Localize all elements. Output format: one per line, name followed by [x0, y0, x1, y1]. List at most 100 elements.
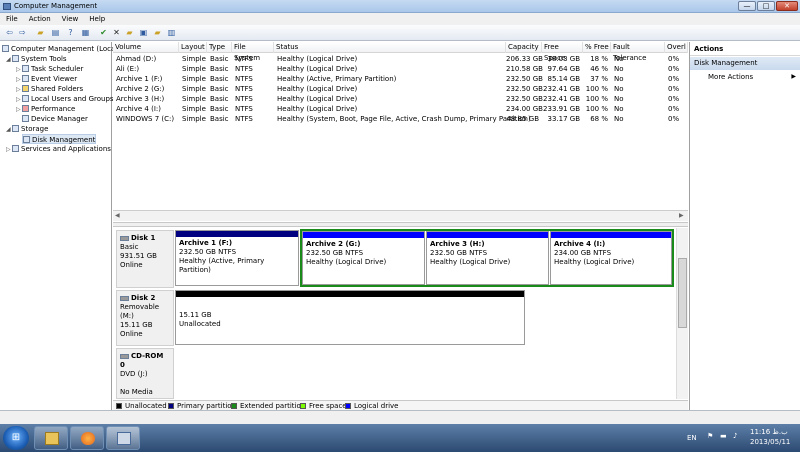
- tree-item-device-manager[interactable]: Device Manager: [22, 114, 88, 124]
- volume-cell: Archive 4 (I:): [116, 105, 161, 113]
- export-icon[interactable]: ▣: [138, 28, 149, 38]
- vertical-scrollbar[interactable]: [676, 228, 688, 399]
- more-actions[interactable]: More Actions ▶: [708, 73, 798, 83]
- open-icon[interactable]: ▰: [124, 28, 135, 38]
- column-status[interactable]: Status: [274, 42, 506, 53]
- folder-icon: [45, 432, 59, 445]
- power-icon[interactable]: ▬: [720, 432, 727, 440]
- volume-cell: 100 %: [585, 85, 608, 93]
- column-fault-tolerance[interactable]: Fault Tolerance: [611, 42, 665, 62]
- view-icon[interactable]: ▥: [166, 28, 177, 38]
- volume-cell: Basic: [210, 85, 229, 93]
- column-file-system[interactable]: File System: [232, 42, 274, 62]
- tree-item-services[interactable]: ▷ Services and Applications: [6, 144, 111, 154]
- tree-item-performance[interactable]: ▷ Performance: [16, 104, 75, 114]
- partition-unallocated[interactable]: 15.11 GB Unallocated: [175, 290, 525, 345]
- tree-item-event-viewer[interactable]: ▷ Event Viewer: [16, 74, 77, 84]
- partition-archive2[interactable]: Archive 2 (G:) 232.50 GB NTFS Healthy (L…: [302, 231, 425, 285]
- action-center-icon[interactable]: ⚑: [707, 432, 713, 440]
- tree-item-disk-management[interactable]: Disk Management: [22, 134, 96, 144]
- computer-management-icon: [117, 432, 131, 445]
- clock-date[interactable]: 2013/05/11: [750, 438, 790, 446]
- computer-icon: [2, 45, 9, 52]
- column-volume[interactable]: Volume: [113, 42, 179, 53]
- volume-row[interactable]: Ali (E:) Simple Basic NTFS Healthy (Logical …: [113, 64, 688, 74]
- language-indicator[interactable]: EN: [687, 434, 697, 442]
- menu-help[interactable]: Help: [83, 13, 110, 23]
- tree-item-computer-management[interactable]: Computer Management (Local: [2, 44, 117, 54]
- volume-cell: Simple: [182, 95, 206, 103]
- up-folder-icon[interactable]: ▰: [35, 28, 46, 38]
- volume-cell: 210.58 GB: [506, 65, 543, 73]
- volume-cell: Healthy (Logical Drive): [277, 55, 358, 63]
- volume-row[interactable]: Archive 2 (G:) Simple Basic NTFS Healthy (Lo…: [113, 84, 688, 94]
- forward-arrow-icon[interactable]: ⇨: [17, 28, 28, 38]
- volume-cell: 0%: [668, 65, 680, 73]
- cd-drive-icon: [120, 354, 129, 359]
- cdrom-label[interactable]: CD-ROM 0 DVD (J:) No Media: [116, 348, 174, 399]
- scroll-right-icon[interactable]: ▶: [679, 212, 684, 219]
- delete-icon[interactable]: ✕: [111, 28, 122, 38]
- menu-file[interactable]: File: [0, 13, 23, 23]
- tree-item-local-users[interactable]: ▷ Local Users and Groups: [16, 94, 114, 104]
- volume-cell: 232.50 GB: [506, 75, 543, 83]
- column-free-space[interactable]: Free Space: [542, 42, 583, 62]
- column-capacity[interactable]: Capacity: [506, 42, 542, 53]
- tree-item-shared-folders[interactable]: ▷ Shared Folders: [16, 84, 83, 94]
- volume-row[interactable]: Archive 3 (H:) Simple Basic NTFS Healthy (Lo…: [113, 94, 688, 104]
- horizontal-scrollbar[interactable]: ◀ ▶: [113, 210, 688, 221]
- column-layout[interactable]: Layout: [179, 42, 207, 53]
- volume-icon[interactable]: ♪: [733, 432, 737, 440]
- volume-row[interactable]: Archive 1 (F:) Simple Basic NTFS Healthy (Ac…: [113, 74, 688, 84]
- column-type[interactable]: Type: [207, 42, 232, 53]
- back-arrow-icon[interactable]: ⇦: [4, 28, 15, 38]
- menu-view[interactable]: View: [56, 13, 84, 23]
- volume-cell: 0%: [668, 95, 680, 103]
- show-hide-tree-icon[interactable]: ▤: [50, 28, 61, 38]
- volume-cell: No: [614, 95, 624, 103]
- properties-icon[interactable]: ▦: [80, 28, 91, 38]
- partition-archive3[interactable]: Archive 3 (H:) 232.50 GB NTFS Healthy (L…: [426, 231, 549, 285]
- tree-item-storage[interactable]: ◢ Storage: [6, 124, 48, 134]
- checkmark-icon[interactable]: ✔: [98, 28, 109, 38]
- maximize-button[interactable]: □: [757, 1, 775, 11]
- volume-cell: 234.00 GB: [506, 105, 543, 113]
- volume-cell: Healthy (Active, Primary Partition): [277, 75, 397, 83]
- scroll-thumb[interactable]: [678, 258, 687, 328]
- volume-cell: WINDOWS 7 (C:): [116, 115, 175, 123]
- volume-cell: Healthy (Logical Drive): [277, 105, 358, 113]
- taskbar-computer-management[interactable]: [106, 426, 140, 450]
- removable-disk-icon: [120, 296, 129, 301]
- volume-row[interactable]: Ahmad (D:) Simple Basic NTFS Healthy (Logica…: [113, 54, 688, 64]
- clock-time[interactable]: 11:16 ب.ظ: [750, 428, 788, 436]
- actions-section-disk-management[interactable]: Disk Management: [690, 57, 800, 70]
- close-button[interactable]: ✕: [776, 1, 798, 11]
- refresh-icon[interactable]: ▰: [152, 28, 163, 38]
- volume-row[interactable]: WINDOWS 7 (C:) Simple Basic NTFS Healthy (Sy…: [113, 114, 688, 124]
- partition-archive4[interactable]: Archive 4 (I:) 234.00 GB NTFS Healthy (L…: [550, 231, 672, 285]
- volume-cell: Basic: [210, 75, 229, 83]
- volume-cell: Basic: [210, 55, 229, 63]
- taskbar-explorer[interactable]: [34, 426, 68, 450]
- menu-bar: File Action View Help: [0, 13, 800, 25]
- disk1-label[interactable]: Disk 1 Basic 931.51 GB Online: [116, 230, 174, 288]
- pane-splitter[interactable]: [113, 222, 688, 227]
- volume-cell: 0%: [668, 75, 680, 83]
- menu-action[interactable]: Action: [23, 13, 56, 23]
- help-icon[interactable]: ?: [65, 28, 76, 38]
- volume-cell: NTFS: [235, 65, 253, 73]
- tree-item-task-scheduler[interactable]: ▷ Task Scheduler: [16, 64, 83, 74]
- volume-cell: 0%: [668, 105, 680, 113]
- media-player-icon: [81, 432, 95, 445]
- column-overhead[interactable]: Overl: [665, 42, 688, 53]
- taskbar-media-player[interactable]: [70, 426, 104, 450]
- column-percent-free[interactable]: % Free: [583, 42, 611, 53]
- disk2-label[interactable]: Disk 2 Removable (M:) 15.11 GB Online: [116, 290, 174, 346]
- minimize-button[interactable]: —: [738, 1, 756, 11]
- volume-row[interactable]: Archive 4 (I:) Simple Basic NTFS Healthy (Lo…: [113, 104, 688, 114]
- partition-archive1[interactable]: Archive 1 (F:) 232.50 GB NTFS Healthy (A…: [175, 230, 299, 286]
- start-button[interactable]: ⊞: [3, 426, 29, 450]
- tree-item-system-tools[interactable]: ◢ System Tools: [6, 54, 67, 64]
- scroll-left-icon[interactable]: ◀: [115, 212, 120, 219]
- volume-cell: 48.85 GB: [506, 115, 540, 123]
